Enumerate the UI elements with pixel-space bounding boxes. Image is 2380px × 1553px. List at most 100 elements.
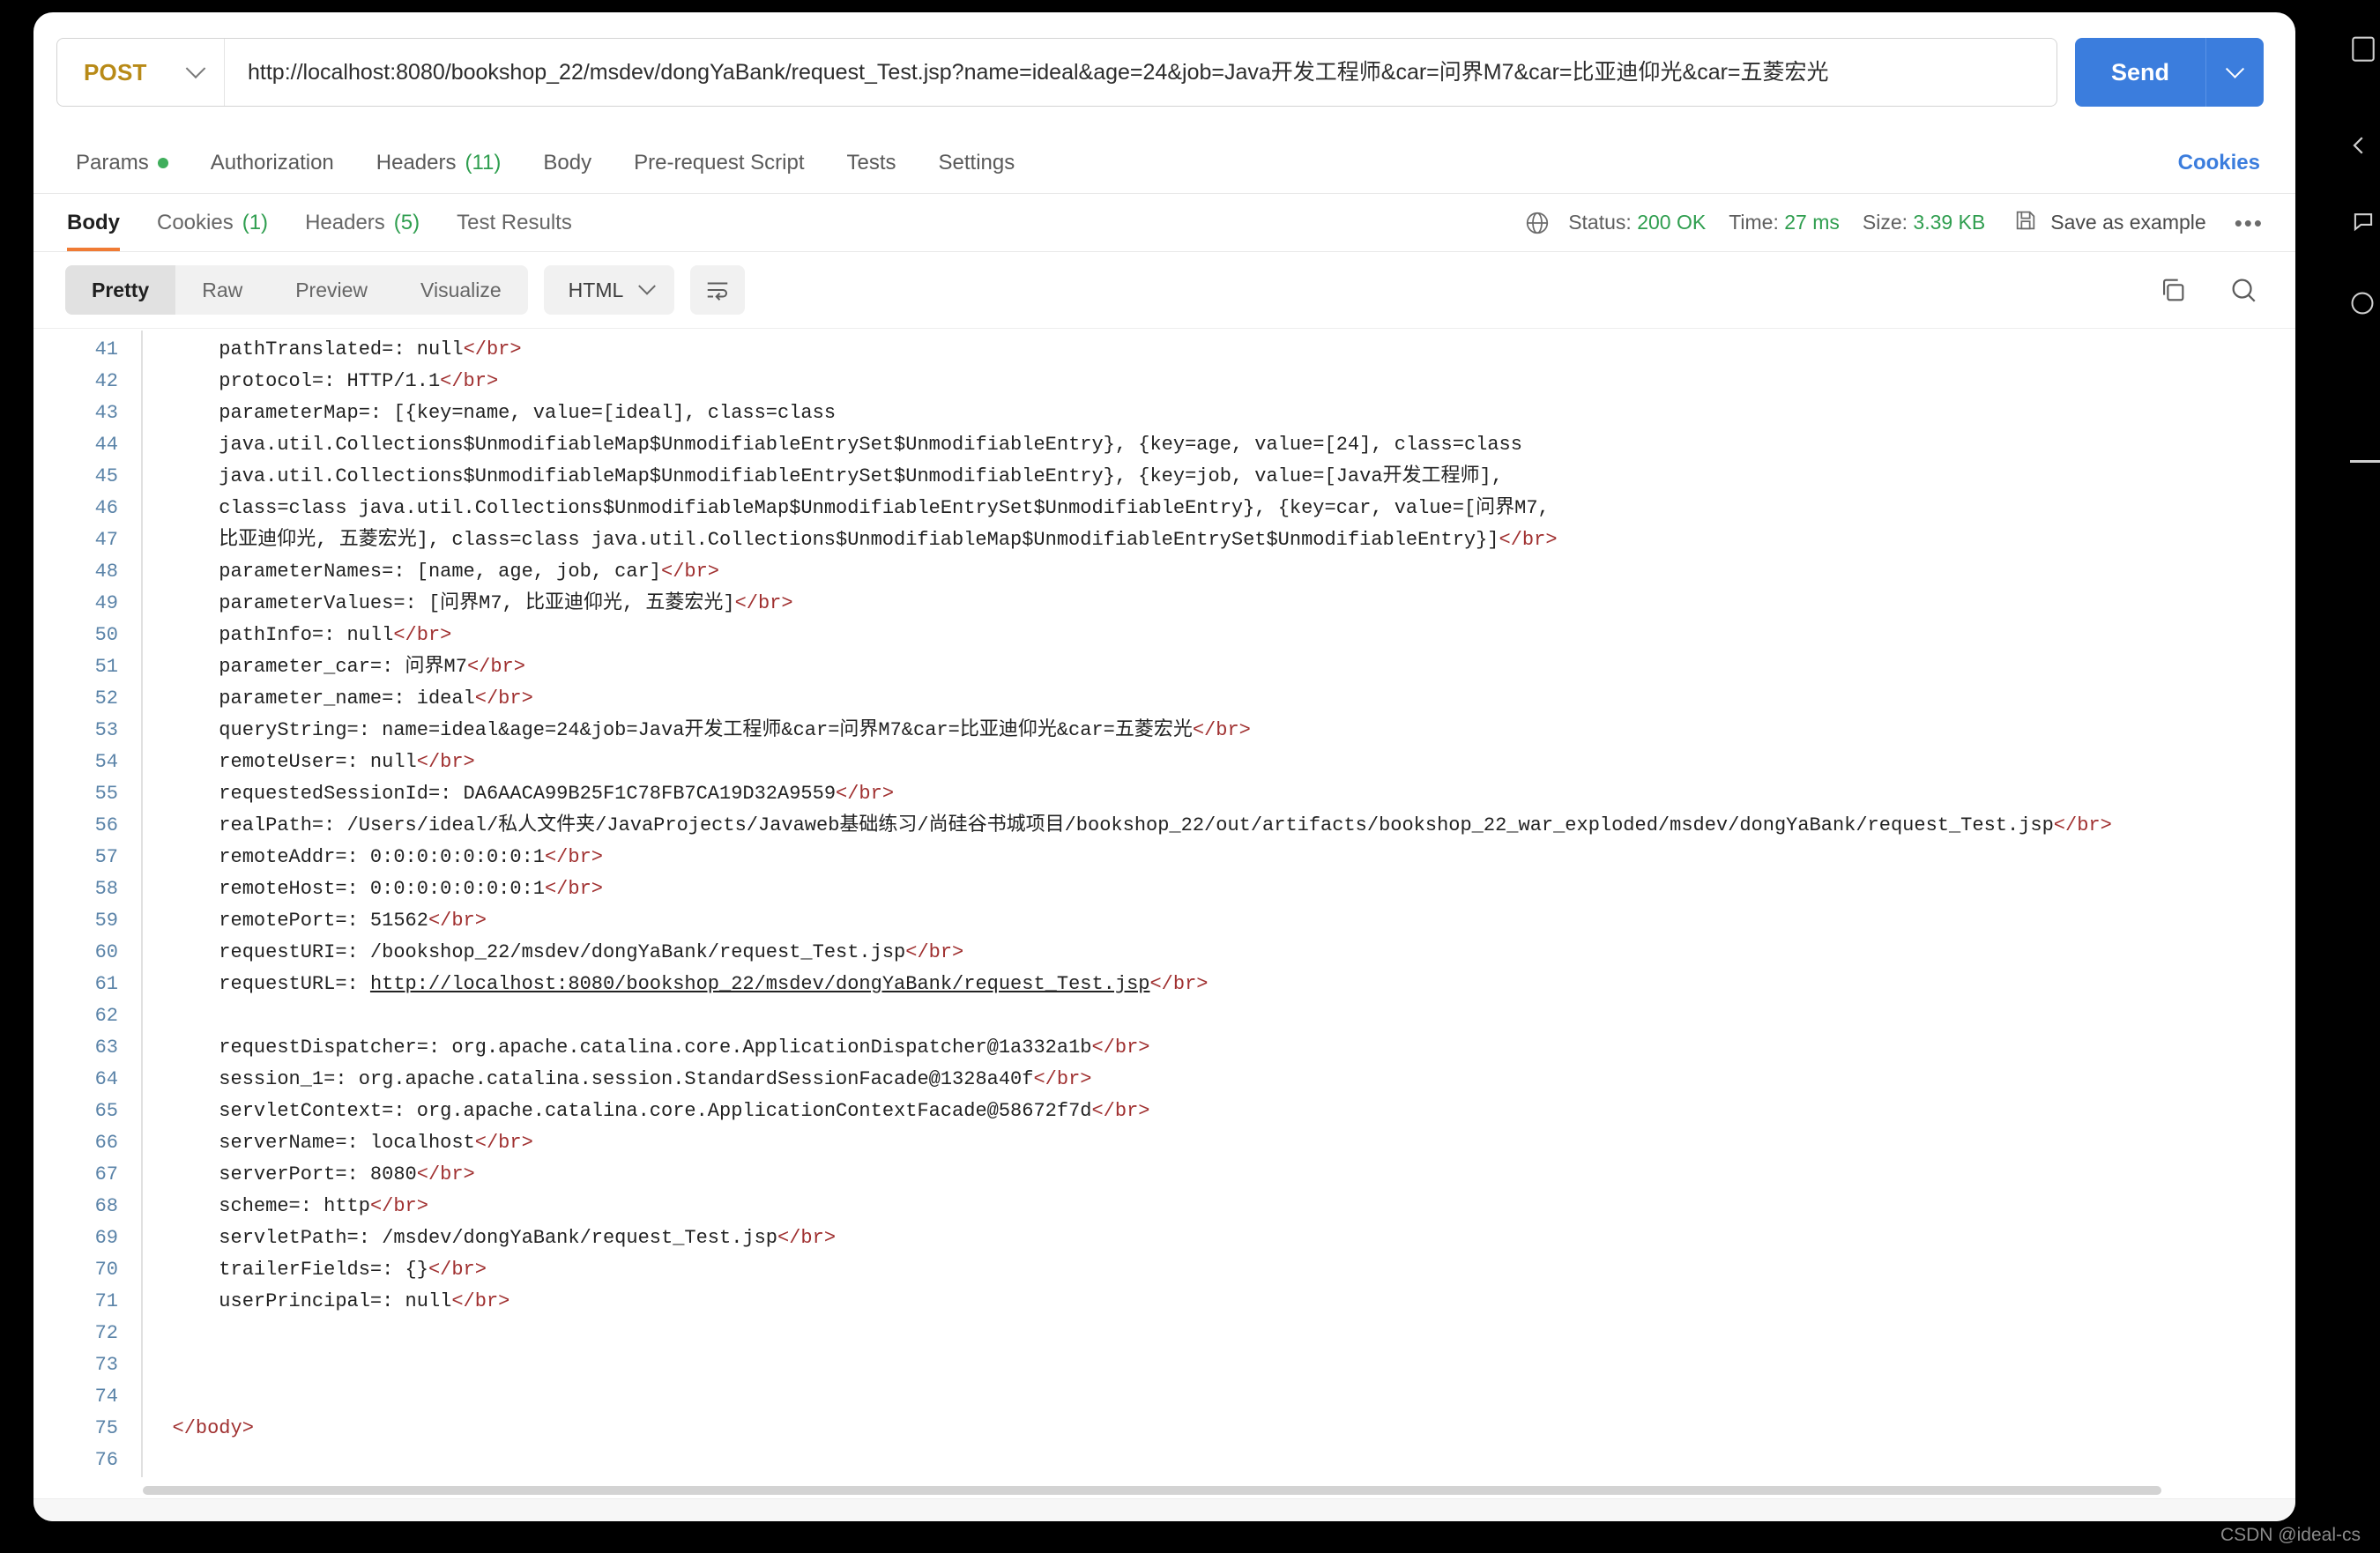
code-token: </br>	[393, 624, 451, 646]
code-token: pathTranslated=: null	[173, 338, 464, 360]
save-as-example-label: Save as example	[2050, 211, 2205, 234]
response-tab-cookies-label: Cookies	[157, 211, 234, 235]
code-token: </br>	[464, 338, 522, 360]
line-number: 53	[33, 715, 141, 747]
code-line: </html>	[173, 1476, 2296, 1477]
code-line: queryString=: name=ideal&age=24&job=Java…	[173, 715, 2296, 747]
code-line: </body>	[173, 1413, 2296, 1445]
code-token: </br>	[475, 687, 533, 710]
language-selector[interactable]: HTML	[544, 265, 675, 315]
code-token: </br>	[545, 878, 603, 900]
code-line: requestDispatcher=: org.apache.catalina.…	[173, 1032, 2296, 1064]
response-tab-body[interactable]: Body	[67, 194, 120, 251]
format-pretty-button[interactable]: Pretty	[65, 265, 175, 315]
send-button-group: Send	[2075, 38, 2264, 107]
line-number: 71	[33, 1286, 141, 1318]
send-options-button[interactable]	[2205, 38, 2264, 107]
code-token: remoteAddr=: 0:0:0:0:0:0:0:1	[173, 846, 545, 868]
format-visualize-button[interactable]: Visualize	[394, 265, 528, 315]
line-number: 76	[33, 1445, 141, 1476]
send-button[interactable]: Send	[2075, 38, 2205, 107]
code-token: session_1=: org.apache.catalina.session.…	[173, 1068, 1034, 1090]
code-token: parameter_car=: 问界M7	[173, 656, 467, 678]
cookies-link[interactable]: Cookies	[2178, 151, 2260, 175]
code-line	[173, 1318, 2296, 1349]
line-number: 60	[33, 937, 141, 969]
tab-tests[interactable]: Tests	[847, 151, 896, 175]
format-preview-button[interactable]: Preview	[269, 265, 394, 315]
edge-comment-icon	[2352, 210, 2375, 237]
response-more-options-button[interactable]: •••	[2235, 219, 2264, 227]
code-token: parameter_name=: ideal	[173, 687, 475, 710]
tab-settings-label: Settings	[939, 151, 1015, 175]
code-line: java.util.Collections$UnmodifiableMap$Un…	[173, 429, 2296, 461]
tab-params-label: Params	[76, 151, 149, 175]
code-token: java.util.Collections$UnmodifiableMap$Un…	[173, 434, 1522, 456]
time-label: Time:	[1729, 211, 1779, 234]
tab-params[interactable]: Params	[76, 151, 168, 175]
code-token: servletPath=: /msdev/dongYaBank/request_…	[173, 1227, 778, 1249]
tab-authorization[interactable]: Authorization	[211, 151, 334, 175]
postman-window: POST http://localhost:8080/bookshop_22/m…	[33, 12, 2295, 1521]
search-icon[interactable]	[2228, 275, 2258, 305]
horizontal-scrollbar[interactable]	[33, 1486, 2295, 1498]
wrap-lines-button[interactable]	[690, 265, 745, 315]
response-tab-headers[interactable]: Headers (5)	[305, 194, 420, 251]
code-token: </body>	[173, 1417, 254, 1439]
line-number: 64	[33, 1064, 141, 1096]
code-token: </br>	[1149, 973, 1208, 995]
line-number: 42	[33, 366, 141, 398]
code-token: remotePort=: 51562	[173, 910, 428, 932]
status-value: 200 OK	[1637, 211, 1706, 234]
response-body-code[interactable]: 4142434445464748495051525354555657585960…	[33, 328, 2295, 1477]
code-token: servletContext=: org.apache.catalina.cor…	[173, 1100, 1092, 1122]
code-line: remoteAddr=: 0:0:0:0:0:0:0:1</br>	[173, 842, 2296, 873]
code-line: parameter_car=: 问界M7</br>	[173, 651, 2296, 683]
code-token: </br>	[428, 1259, 487, 1281]
line-number: 75	[33, 1413, 141, 1445]
line-number: 43	[33, 398, 141, 429]
code-token: </br>	[735, 592, 793, 614]
code-token: userPrincipal=: null	[173, 1290, 452, 1312]
http-method-selector[interactable]: POST	[57, 39, 225, 106]
copy-icon[interactable]	[2158, 275, 2188, 305]
line-number: 56	[33, 810, 141, 842]
code-content[interactable]: pathTranslated=: null</br> protocol=: HT…	[143, 329, 2296, 1477]
time-metric: Time: 27 ms	[1729, 211, 1840, 234]
code-token: scheme=: http	[173, 1195, 370, 1217]
code-link[interactable]: http://localhost:8080/bookshop_22/msdev/…	[370, 973, 1150, 995]
scrollbar-thumb[interactable]	[143, 1486, 2161, 1495]
code-token: class=class java.util.Collections$Unmodi…	[173, 497, 1550, 519]
save-as-example-button[interactable]: Save as example	[2013, 208, 2205, 238]
url-input-container: POST http://localhost:8080/bookshop_22/m…	[56, 38, 2057, 107]
code-line: parameterMap=: [{key=name, value=[ideal]…	[173, 398, 2296, 429]
code-line: session_1=: org.apache.catalina.session.…	[173, 1064, 2296, 1096]
edge-tick-mark	[2350, 460, 2380, 463]
code-token: java.util.Collections$UnmodifiableMap$Un…	[173, 465, 1503, 487]
globe-icon	[1524, 210, 1551, 236]
request-tabs: Params Authorization Headers (11) Body P…	[33, 132, 2295, 194]
tab-headers[interactable]: Headers (11)	[376, 151, 502, 175]
tab-settings[interactable]: Settings	[939, 151, 1015, 175]
line-number: 58	[33, 873, 141, 905]
line-number: 46	[33, 493, 141, 524]
tab-pre-request-script[interactable]: Pre-request Script	[634, 151, 804, 175]
code-line: servletContext=: org.apache.catalina.cor…	[173, 1096, 2296, 1127]
code-line: requestURI=: /bookshop_22/msdev/dongYaBa…	[173, 937, 2296, 969]
code-line: parameterNames=: [name, age, job, car]</…	[173, 556, 2296, 588]
line-number: 72	[33, 1318, 141, 1349]
url-input[interactable]: http://localhost:8080/bookshop_22/msdev/…	[225, 38, 2056, 107]
line-number: 50	[33, 620, 141, 651]
line-number: 62	[33, 1000, 141, 1032]
code-token: requestDispatcher=: org.apache.catalina.…	[173, 1037, 1092, 1059]
code-line: remoteUser=: null</br>	[173, 747, 2296, 778]
response-tab-cookies[interactable]: Cookies (1)	[157, 194, 268, 251]
format-raw-button[interactable]: Raw	[175, 265, 269, 315]
edge-panel-icon	[2352, 35, 2375, 70]
response-tab-headers-label: Headers	[305, 211, 385, 235]
code-line: servletPath=: /msdev/dongYaBank/request_…	[173, 1222, 2296, 1254]
code-token: </br>	[475, 1132, 533, 1154]
response-tab-test-results[interactable]: Test Results	[457, 194, 572, 251]
tab-body[interactable]: Body	[543, 151, 591, 175]
line-number: 41	[33, 334, 141, 366]
